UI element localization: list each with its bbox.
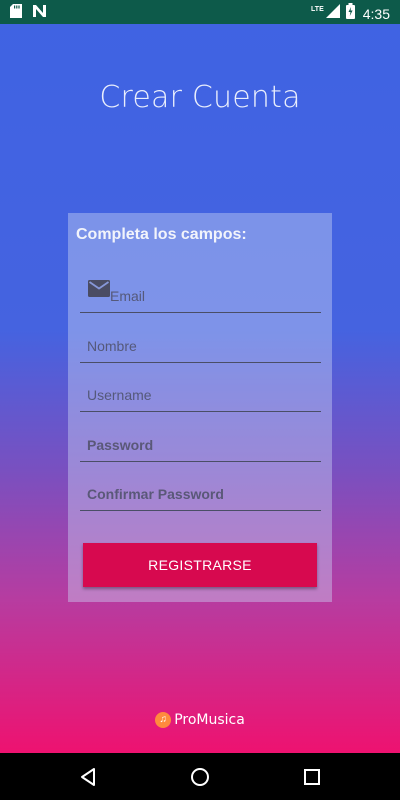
email-field[interactable]: Email: [80, 273, 321, 313]
page-title: Crear Cuenta: [99, 80, 301, 115]
password-placeholder: Password: [87, 437, 154, 453]
brand-name: ProMusica: [174, 712, 245, 728]
email-placeholder: Email: [110, 288, 146, 304]
back-icon[interactable]: [77, 766, 99, 788]
battery-icon: [345, 3, 355, 24]
status-bar: LTE 4:35: [0, 0, 400, 24]
lte-signal-icon: [325, 4, 340, 23]
recents-icon[interactable]: [301, 766, 323, 788]
home-icon[interactable]: [189, 766, 211, 788]
password-field[interactable]: Password: [80, 422, 321, 462]
clock: 4:35: [362, 5, 390, 22]
register-form-card: Completa los campos: Email Nombre Userna…: [68, 213, 332, 602]
n-icon: [32, 4, 47, 23]
sd-card-icon: [10, 4, 22, 23]
form-heading: Completa los campos:: [76, 226, 247, 243]
mail-icon: [88, 280, 110, 302]
network-type: LTE: [311, 6, 324, 13]
app-screen: LTE 4:35 Crear Cuenta Completa los campo…: [0, 0, 400, 753]
username-placeholder: Username: [87, 387, 152, 403]
nombre-placeholder: Nombre: [87, 338, 137, 354]
music-note-icon: ♫: [155, 712, 172, 728]
confirm-password-field[interactable]: Confirmar Password: [80, 471, 321, 511]
confirm-password-placeholder: Confirmar Password: [87, 486, 224, 502]
username-field[interactable]: Username: [80, 372, 321, 412]
navigation-bar: [0, 753, 400, 800]
nombre-field[interactable]: Nombre: [80, 323, 321, 363]
brand-footer: ♫ ProMusica: [0, 712, 400, 728]
register-button[interactable]: REGISTRARSE: [83, 543, 317, 587]
